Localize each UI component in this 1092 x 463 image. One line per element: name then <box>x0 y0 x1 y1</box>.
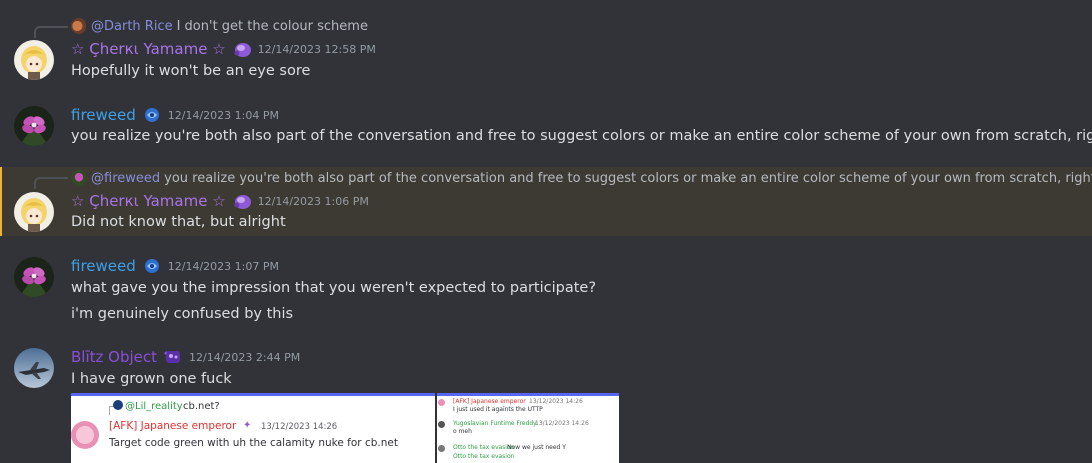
reply-connector <box>34 177 68 189</box>
message-2: fireweed 12/14/2023 1:04 PM you realize … <box>0 96 1092 162</box>
message-4: fireweed 12/14/2023 1:07 PM what gave yo… <box>0 248 1092 334</box>
avatar[interactable] <box>14 348 54 388</box>
avatar[interactable] <box>14 192 54 232</box>
replied-user-avatar <box>71 170 87 186</box>
role-icon <box>163 348 183 366</box>
message-text: you realize you're both also part of the… <box>71 128 1092 144</box>
mini-avatar <box>438 399 445 406</box>
embed-avatar <box>71 421 99 449</box>
username[interactable]: fireweed <box>71 257 136 275</box>
role-icon <box>142 106 162 124</box>
message-1: @Darth Rice I don't get the colour schem… <box>0 0 1092 90</box>
embed2-user-3: Otto the tax evasion <box>453 444 515 451</box>
embed2-text-1: I just used it againts the UTTP <box>453 406 543 413</box>
role-icon <box>232 40 252 58</box>
reply-connector <box>34 26 68 38</box>
embed2-time-1: 13/12/2023 14:26 <box>529 398 583 405</box>
mini-avatar <box>438 421 445 428</box>
embed-reply-mention: @Lil_reality <box>125 401 183 412</box>
reply-preview[interactable]: @fireweed you realize you're both also p… <box>71 170 1092 186</box>
embed2-user-1: [AFK] Japanese emperor <box>453 398 526 405</box>
username[interactable]: ☆ Çhеrкι Yamame ☆ <box>71 40 226 58</box>
embed2-user-2: Yugoslavian Funtime Freddy <box>453 420 537 427</box>
avatar[interactable] <box>14 257 54 297</box>
timestamp[interactable]: 12/14/2023 1:07 PM <box>168 260 279 273</box>
embed-badge-icon: ✦ <box>243 420 252 431</box>
timestamp[interactable]: 12/14/2023 1:04 PM <box>168 109 279 122</box>
embed-username: [AFK] Japanese emperor <box>109 420 237 432</box>
message-3: @fireweed you realize you're both also p… <box>0 167 1092 236</box>
attachment-image-1[interactable]: @Lil_reality cb.net? [AFK] Japanese empe… <box>71 393 435 463</box>
reply-text: you realize you're both also part of the… <box>164 170 1092 186</box>
timestamp[interactable]: 12/14/2023 2:44 PM <box>189 351 300 364</box>
username[interactable]: fireweed <box>71 106 136 124</box>
embed2-user-4: Otto the tax evasion <box>453 453 515 460</box>
embed-timestamp: 13/12/2023 14:26 <box>261 422 338 432</box>
message-text: I have grown one fuck <box>71 371 232 387</box>
message-text: Did not know that, but alright <box>71 214 286 230</box>
reply-text: I don't get the colour scheme <box>176 18 368 34</box>
message-text-line-1: what gave you the impression that you we… <box>71 280 597 296</box>
replied-user-avatar <box>71 18 87 34</box>
username[interactable]: ☆ Çhеrкι Yamame ☆ <box>71 192 226 210</box>
reply-mention[interactable]: @Darth Rice <box>91 19 173 34</box>
embed-text: Target code green with uh the calamity n… <box>109 437 398 449</box>
timestamp[interactable]: 12/14/2023 1:06 PM <box>258 195 369 208</box>
attachment-image-2[interactable]: [AFK] Japanese emperor 13/12/2023 14:26 … <box>437 393 619 463</box>
embed2-text-3: Now we just need Y <box>507 444 566 451</box>
image-attachments[interactable]: @Lil_reality cb.net? [AFK] Japanese empe… <box>71 393 619 463</box>
timestamp[interactable]: 12/14/2023 12:58 PM <box>258 43 376 56</box>
mini-avatar <box>438 445 445 452</box>
avatar[interactable] <box>14 40 54 80</box>
message-text: Hopefully it won't be an eye sore <box>71 63 311 79</box>
reply-preview[interactable]: @Darth Rice I don't get the colour schem… <box>71 18 368 34</box>
username[interactable]: Blītz Object <box>71 348 157 366</box>
embed-reply-text: cb.net? <box>183 401 220 412</box>
embed2-time-2: 13/12/2023 14:26 <box>535 420 589 427</box>
avatar[interactable] <box>14 106 54 146</box>
embed2-text-2: o meh <box>453 428 472 435</box>
message-text-line-2: i'm genuinely confused by this <box>71 306 294 322</box>
mini-avatar <box>113 400 123 410</box>
role-icon <box>142 257 162 275</box>
reply-mention[interactable]: @fireweed <box>91 171 160 186</box>
role-icon <box>232 192 252 210</box>
